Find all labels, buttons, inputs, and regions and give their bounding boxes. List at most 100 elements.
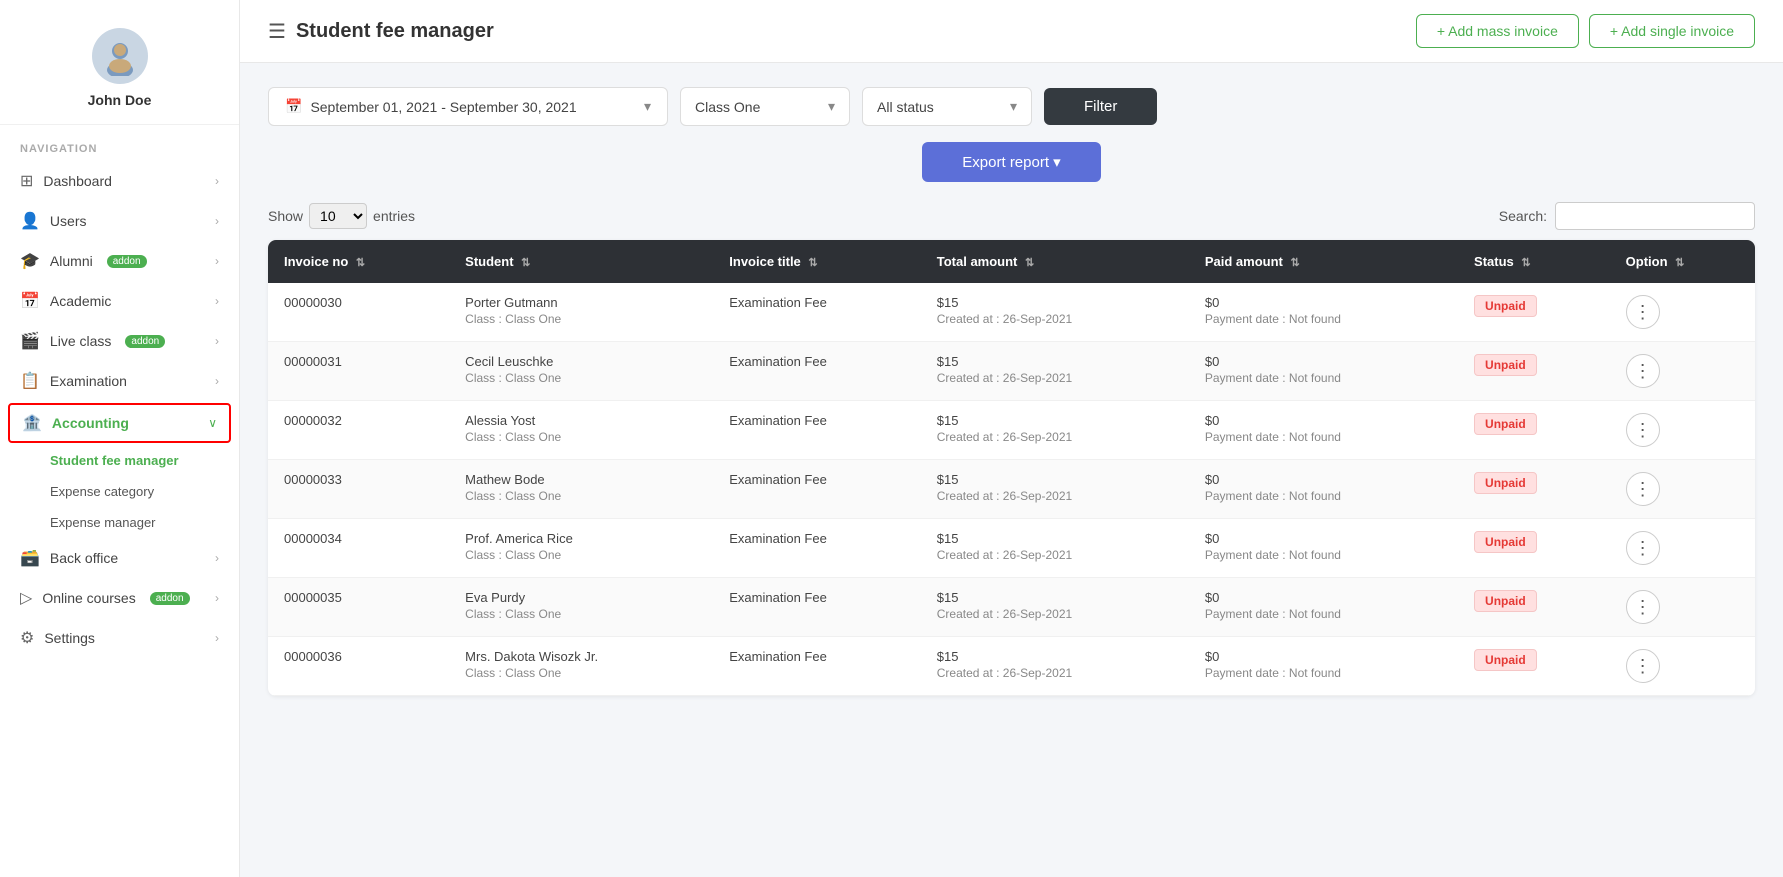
col-status[interactable]: Status ⇅ (1458, 240, 1610, 283)
cell-invoice-title: Examination Fee (713, 519, 920, 578)
created-at: Created at : 26-Sep-2021 (937, 666, 1173, 680)
filter-button[interactable]: Filter (1044, 88, 1157, 125)
profile-name: John Doe (88, 92, 152, 108)
header-actions: + Add mass invoice + Add single invoice (1416, 14, 1755, 48)
student-name: Alessia Yost (465, 413, 697, 428)
sidebar-item-examination[interactable]: 📋 Examination › (0, 361, 239, 401)
chevron-right-icon: › (215, 334, 219, 348)
show-label: Show (268, 208, 303, 224)
cell-total-amount: $15 Created at : 26-Sep-2021 (921, 460, 1189, 519)
chevron-down-icon: ∨ (208, 416, 217, 430)
option-menu-button[interactable]: ⋮ (1626, 649, 1660, 683)
cell-invoice-title: Examination Fee (713, 401, 920, 460)
cell-status: Unpaid (1458, 283, 1610, 342)
chevron-right-icon: › (215, 631, 219, 645)
search-input[interactable] (1555, 202, 1755, 230)
cell-student: Alessia Yost Class : Class One (449, 401, 713, 460)
option-menu-button[interactable]: ⋮ (1626, 295, 1660, 329)
submenu-expense-manager[interactable]: Expense manager (0, 507, 239, 538)
sidebar-item-settings[interactable]: ⚙ Settings › (0, 618, 239, 658)
total-amount-value: $15 (937, 354, 1173, 369)
addon-badge: addon (150, 592, 190, 605)
sidebar-item-onlinecourses[interactable]: ▷ Online courses addon › (0, 578, 239, 618)
paid-amount-value: $0 (1205, 413, 1442, 428)
status-badge: Unpaid (1474, 413, 1537, 435)
payment-date: Payment date : Not found (1205, 666, 1442, 680)
status-filter-value: All status (877, 99, 934, 115)
sidebar-item-dashboard[interactable]: ⊞ Dashboard › (0, 161, 239, 201)
student-class: Class : Class One (465, 371, 697, 385)
sidebar-item-users[interactable]: 👤 Users › (0, 201, 239, 241)
class-filter[interactable]: Class One ▾ (680, 87, 850, 126)
cell-status: Unpaid (1458, 460, 1610, 519)
col-paid-amount[interactable]: Paid amount ⇅ (1189, 240, 1458, 283)
student-name: Cecil Leuschke (465, 354, 697, 369)
cell-student: Cecil Leuschke Class : Class One (449, 342, 713, 401)
sidebar-item-liveclass[interactable]: 🎬 Live class addon › (0, 321, 239, 361)
cell-status: Unpaid (1458, 637, 1610, 696)
col-invoice-title[interactable]: Invoice title ⇅ (713, 240, 920, 283)
student-class: Class : Class One (465, 607, 697, 621)
submenu-student-fee-manager[interactable]: Student fee manager (0, 445, 239, 476)
cell-option: ⋮ (1610, 460, 1755, 519)
table-controls: Show 10 25 50 100 entries Search: (268, 202, 1755, 230)
sidebar-item-label: Examination (50, 373, 127, 389)
page-title: Student fee manager (296, 20, 494, 43)
status-filter[interactable]: All status ▾ (862, 87, 1032, 126)
total-amount-value: $15 (937, 590, 1173, 605)
table-row: 00000033 Mathew Bode Class : Class One E… (268, 460, 1755, 519)
header-title-area: ☰ Student fee manager (268, 19, 494, 44)
option-menu-button[interactable]: ⋮ (1626, 354, 1660, 388)
sidebar-item-academic[interactable]: 📅 Academic › (0, 281, 239, 321)
paid-amount-value: $0 (1205, 295, 1442, 310)
created-at: Created at : 26-Sep-2021 (937, 607, 1173, 621)
cell-invoice-title: Examination Fee (713, 342, 920, 401)
status-badge: Unpaid (1474, 354, 1537, 376)
sidebar-item-backoffice[interactable]: 🗃️ Back office › (0, 538, 239, 578)
option-menu-button[interactable]: ⋮ (1626, 413, 1660, 447)
cell-status: Unpaid (1458, 342, 1610, 401)
total-amount-value: $15 (937, 649, 1173, 664)
liveclass-icon: 🎬 (20, 331, 40, 351)
col-invoice-no[interactable]: Invoice no ⇅ (268, 240, 449, 283)
profile-section: John Doe (0, 0, 239, 125)
add-mass-invoice-button[interactable]: + Add mass invoice (1416, 14, 1579, 48)
sidebar-item-label: Users (50, 213, 87, 229)
chevron-right-icon: › (215, 591, 219, 605)
addon-badge: addon (107, 255, 147, 268)
option-menu-button[interactable]: ⋮ (1626, 531, 1660, 565)
date-range-picker[interactable]: 📅 September 01, 2021 - September 30, 202… (268, 87, 668, 126)
entries-label: entries (373, 208, 415, 224)
onlinecourses-icon: ▷ (20, 588, 32, 608)
export-report-button[interactable]: Export report ▾ (922, 142, 1100, 182)
cell-invoice-no: 00000033 (268, 460, 449, 519)
student-name: Porter Gutmann (465, 295, 697, 310)
sidebar-item-accounting[interactable]: 🏦 Accounting ∨ (8, 403, 231, 443)
cell-paid-amount: $0 Payment date : Not found (1189, 460, 1458, 519)
col-total-amount[interactable]: Total amount ⇅ (921, 240, 1189, 283)
total-amount-value: $15 (937, 472, 1173, 487)
total-amount-value: $15 (937, 413, 1173, 428)
sidebar-item-label: Settings (44, 630, 95, 646)
entries-select[interactable]: 10 25 50 100 (309, 203, 367, 229)
main-content: ☰ Student fee manager + Add mass invoice… (240, 0, 1783, 877)
add-single-invoice-button[interactable]: + Add single invoice (1589, 14, 1755, 48)
option-menu-button[interactable]: ⋮ (1626, 472, 1660, 506)
cell-invoice-no: 00000030 (268, 283, 449, 342)
created-at: Created at : 26-Sep-2021 (937, 312, 1173, 326)
show-entries: Show 10 25 50 100 entries (268, 203, 415, 229)
paid-amount-value: $0 (1205, 590, 1442, 605)
cell-total-amount: $15 Created at : 26-Sep-2021 (921, 519, 1189, 578)
option-menu-button[interactable]: ⋮ (1626, 590, 1660, 624)
backoffice-icon: 🗃️ (20, 548, 40, 568)
sidebar-item-alumni[interactable]: 🎓 Alumni addon › (0, 241, 239, 281)
cell-invoice-title: Examination Fee (713, 283, 920, 342)
table-row: 00000036 Mrs. Dakota Wisozk Jr. Class : … (268, 637, 1755, 696)
submenu-expense-category[interactable]: Expense category (0, 476, 239, 507)
header-icon: ☰ (268, 19, 286, 44)
cell-invoice-no: 00000032 (268, 401, 449, 460)
col-student[interactable]: Student ⇅ (449, 240, 713, 283)
cell-option: ⋮ (1610, 578, 1755, 637)
total-amount-value: $15 (937, 531, 1173, 546)
cell-paid-amount: $0 Payment date : Not found (1189, 342, 1458, 401)
